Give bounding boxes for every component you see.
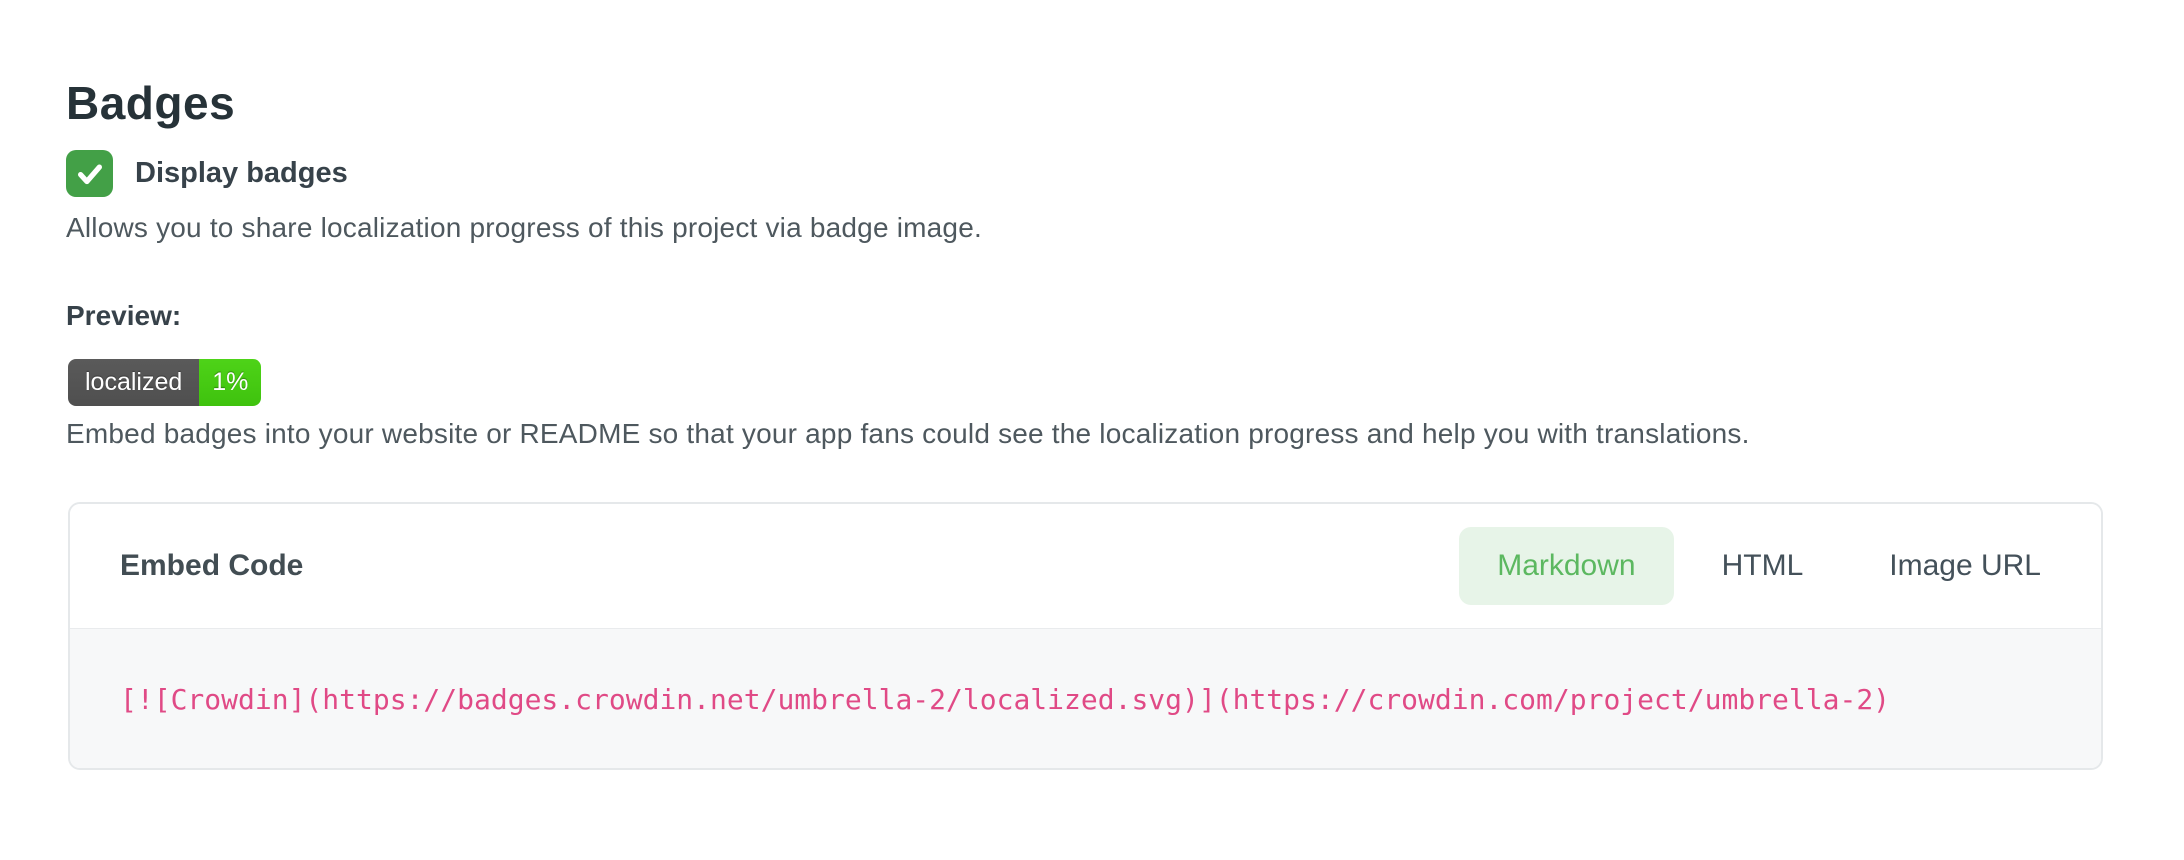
- badges-settings-section: Badges Display badges Allows you to shar…: [0, 0, 2184, 860]
- embed-code-title: Embed Code: [120, 549, 303, 583]
- tab-markdown[interactable]: Markdown: [1459, 527, 1673, 605]
- embed-code-header: Embed Code Markdown HTML Image URL: [70, 504, 2101, 629]
- badge-label: localized: [68, 359, 199, 406]
- embed-format-tabs: Markdown HTML Image URL: [1459, 527, 2079, 605]
- embed-code-block[interactable]: [![Crowdin](https://badges.crowdin.net/u…: [70, 629, 2101, 770]
- preview-label: Preview:: [66, 300, 181, 332]
- tab-image-url[interactable]: Image URL: [1851, 527, 2079, 605]
- embed-code-card: Embed Code Markdown HTML Image URL [![Cr…: [68, 502, 2103, 770]
- display-badges-label: Display badges: [135, 157, 348, 190]
- page-title: Badges: [66, 76, 235, 130]
- embed-code-text[interactable]: [![Crowdin](https://badges.crowdin.net/u…: [120, 683, 1890, 716]
- display-badges-row: Display badges: [66, 150, 348, 197]
- display-badges-checkbox[interactable]: [66, 150, 113, 197]
- checkmark-icon: [75, 159, 105, 189]
- embed-hint: Embed badges into your website or README…: [66, 418, 1750, 450]
- badge-value: 1%: [199, 359, 261, 406]
- tab-html[interactable]: HTML: [1684, 527, 1842, 605]
- badges-description: Allows you to share localization progres…: [66, 212, 982, 244]
- badge-preview: localized 1%: [68, 359, 261, 406]
